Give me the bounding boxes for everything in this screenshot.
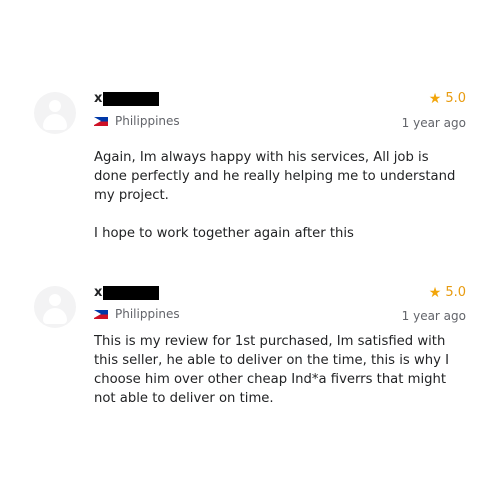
philippines-flag-icon [94,309,108,319]
reviewer-name-text: x [94,91,103,106]
review-rating: ★ 5.0 [428,91,466,107]
rating-value: 5.0 [445,285,466,300]
review-paragraph: I hope to work together again after this [94,226,354,241]
avatar-head-icon [49,294,61,306]
country-name: Philippines [115,114,180,128]
avatar-head-icon [49,100,61,112]
reviewer-name[interactable]: x [94,285,160,300]
rating-value: 5.0 [445,91,466,106]
review-text: This is my review for 1st purchased, Im … [94,332,464,427]
review-date: 1 year ago [401,116,466,130]
reviewer-country: Philippines [94,307,180,321]
star-icon: ★ [428,91,442,107]
name-redaction-bar [103,92,160,106]
avatar-body-icon [43,114,67,130]
review-paragraph: This is my review for 1st purchased, Im … [94,334,449,406]
reviewer-country: Philippines [94,114,180,128]
avatar[interactable] [34,92,76,134]
review-rating: ★ 5.0 [428,285,466,301]
name-redaction-bar [103,286,160,300]
avatar[interactable] [34,286,76,328]
avatar-body-icon [43,308,67,324]
review-date: 1 year ago [401,309,466,323]
review-text: Again, Im always happy with his services… [94,148,464,262]
country-name: Philippines [115,307,180,321]
reviewer-name[interactable]: x [94,91,160,106]
star-icon: ★ [428,285,442,301]
review-paragraph: Again, Im always happy with his services… [94,150,456,203]
reviewer-name-text: x [94,285,103,300]
philippines-flag-icon [94,116,108,126]
